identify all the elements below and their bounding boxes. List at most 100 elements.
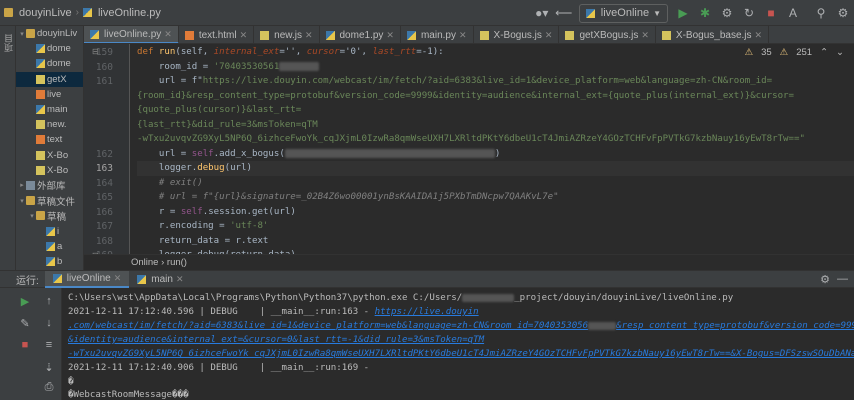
tree-item[interactable]: main [16, 102, 83, 117]
editor-tab[interactable]: dome1.py ✕ [320, 26, 401, 43]
translate-icon[interactable]: A [782, 0, 804, 26]
code-editor[interactable]: def run(self, internal_ext='', cursor='0… [131, 44, 854, 270]
print-icon[interactable]: ⎙ [40, 378, 58, 396]
code-line: url = self.add_x_bogus() [137, 147, 854, 162]
rerun-icon[interactable]: ▶ [16, 292, 34, 310]
editor-tab[interactable]: liveOnline.py ✕ [84, 26, 179, 43]
console-link[interactable]: https://live.douyin [375, 307, 479, 317]
settings-icon[interactable]: ⚙ [832, 0, 854, 26]
code-token: r = [137, 206, 181, 217]
user-icon[interactable]: ●▾ [531, 0, 553, 26]
console-link[interactable]: .com/webcast/im/fetch/?aid=6383&live_id=… [68, 321, 588, 331]
stop-icon[interactable]: ■ [760, 0, 782, 26]
console-link[interactable]: &identity=audience&internal_ext=&cursor=… [68, 335, 484, 345]
chevron-down-icon: ▼ [653, 8, 661, 18]
py-file-icon [325, 30, 335, 40]
tree-item[interactable]: getX [16, 71, 83, 87]
chevron-right-icon[interactable]: ▸ [18, 181, 26, 189]
search-icon[interactable]: ⚲ [810, 0, 832, 26]
editor-tab[interactable]: text.html ✕ [179, 26, 255, 43]
editor-tab[interactable]: X-Bogus.js ✕ [474, 26, 560, 43]
tree-item[interactable]: b [16, 254, 83, 269]
run-tab-label: liveOnline [66, 272, 111, 284]
inspection-widget[interactable]: ⚠ 35 ⚠ 251 ⌃ ⌄ [745, 47, 844, 58]
debug-icon[interactable]: ✱ [694, 0, 716, 26]
editor-tab[interactable]: new.js ✕ [254, 26, 320, 43]
profile-icon[interactable]: ↻ [738, 0, 760, 26]
console-line: � [68, 377, 74, 387]
tab-label: X-Bogus_base.js [675, 29, 752, 41]
soft-wrap-icon[interactable]: ≡ [40, 336, 58, 354]
code-line-wrapped: {quote_plus(cursor)}&last_rtt= [137, 105, 302, 115]
tree-item[interactable]: dome [16, 41, 83, 56]
close-icon[interactable]: ✕ [305, 30, 313, 41]
chevron-up-icon: ⌃ [820, 47, 829, 58]
stop-icon[interactable]: ■ [16, 336, 34, 354]
tree-item[interactable]: ▾ douyinLiv [16, 26, 83, 41]
tab-label: getXBogus.js [579, 29, 639, 41]
tree-item-label: b [57, 255, 63, 267]
close-icon[interactable]: ✕ [755, 30, 763, 41]
parameter: cursor [306, 47, 340, 57]
tree-item[interactable]: live [16, 87, 83, 102]
tree-item[interactable]: X-Bo [16, 163, 83, 178]
back-arrow-icon[interactable]: ⟵ [553, 0, 575, 26]
close-icon[interactable]: ✕ [164, 29, 172, 40]
editor-tab[interactable]: main.py ✕ [401, 26, 474, 43]
console-line: �WebcastRoomMessage��� [68, 390, 189, 400]
tree-item[interactable]: i [16, 223, 83, 238]
wrench-icon[interactable]: ✎ [16, 314, 34, 332]
console-link[interactable]: &resp_content_type=protobuf&version_code… [616, 321, 854, 331]
console-output[interactable]: C:\Users\wst\AppData\Local\Programs\Pyth… [62, 288, 854, 400]
python-file-icon [82, 8, 92, 17]
chevron-down-icon[interactable]: ▾ [28, 212, 36, 220]
redacted-blur [284, 148, 495, 158]
scroll-to-end-icon[interactable]: ⇣ [40, 358, 58, 376]
tree-item[interactable]: dome [16, 56, 83, 71]
close-icon[interactable]: ✕ [176, 274, 184, 285]
code-line: r = self.session.get(url) [137, 205, 854, 220]
run-tab-liveonline[interactable]: liveOnline ✕ [44, 270, 130, 288]
close-icon[interactable]: ✕ [459, 30, 467, 41]
close-icon[interactable]: ✕ [240, 30, 248, 41]
close-icon[interactable]: ✕ [545, 30, 553, 41]
tree-item[interactable]: text [16, 132, 83, 147]
line-number-gutter: 159 160 161 162 163 164 165 166 167 168 … [84, 44, 130, 270]
coverage-icon[interactable]: ⚙ [716, 0, 738, 26]
tree-item[interactable]: X-Bo [16, 148, 83, 163]
fold-icon[interactable]: ⊟ [92, 47, 99, 56]
code-line: r.encoding = 'utf-8' [137, 219, 854, 234]
run-tab-main[interactable]: main ✕ [129, 271, 191, 288]
code-breadcrumb[interactable]: Online › run() [84, 254, 854, 270]
tree-item-label: 草稿 [47, 211, 67, 223]
tree-item-label: douyinLiv [37, 28, 78, 40]
minimize-icon[interactable]: — [837, 273, 848, 285]
run-config-select[interactable]: liveOnline ▼ [578, 3, 668, 23]
up-arrow-icon[interactable]: ↑ [40, 292, 58, 310]
project-tool-tab[interactable]: 项目 [2, 34, 15, 52]
tab-label: new.js [274, 29, 302, 41]
close-icon[interactable]: ✕ [641, 30, 649, 41]
tree-item[interactable]: new. [16, 117, 83, 132]
breadcrumb-project[interactable]: douyinLive [15, 7, 76, 19]
down-arrow-icon[interactable]: ↓ [40, 314, 58, 332]
chevron-down-icon[interactable]: ▾ [18, 197, 26, 205]
tree-item[interactable]: ▾ 草稿 [16, 208, 83, 223]
close-icon[interactable]: ✕ [386, 30, 394, 41]
js-file-icon [260, 30, 270, 40]
editor-tab[interactable]: X-Bogus_base.js ✕ [656, 26, 770, 43]
editor-tab[interactable]: getXBogus.js ✕ [559, 26, 656, 43]
tree-item[interactable]: a [16, 239, 83, 254]
tree-item[interactable]: ▾ 草稿文件 [16, 193, 83, 208]
run-icon[interactable]: ▶ [672, 0, 694, 26]
breadcrumb-file[interactable]: liveOnline.py [94, 7, 165, 19]
tree-item-label: a [57, 240, 63, 252]
js-file-icon [479, 30, 489, 40]
tab-label: liveOnline.py [104, 28, 162, 40]
tree-item[interactable]: ▸ 外部库 [16, 178, 83, 193]
settings-icon[interactable]: ⚙ [820, 273, 830, 286]
chevron-down-icon[interactable]: ▾ [18, 30, 26, 38]
close-icon[interactable]: ✕ [114, 273, 122, 284]
console-link[interactable]: -wTxu2uvqvZG9XyL5NP6Q_6izhceFwoYk_cqJXjm… [68, 349, 854, 359]
py-file-icon [36, 44, 45, 54]
